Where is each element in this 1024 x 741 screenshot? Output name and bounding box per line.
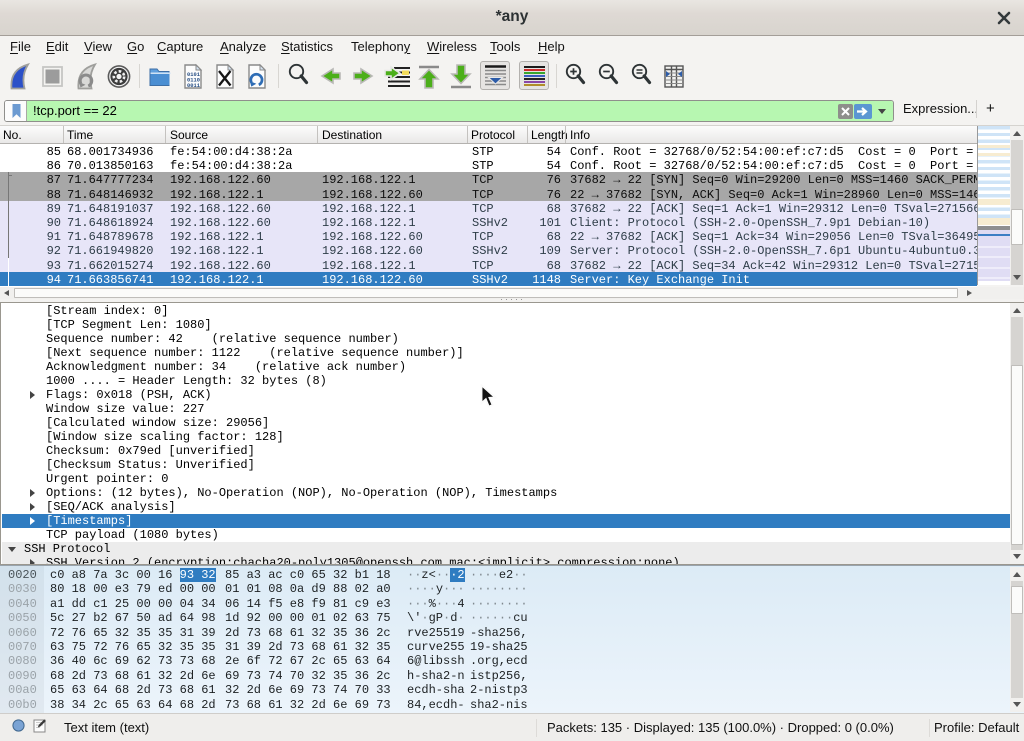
svg-text:0011: 0011: [187, 83, 200, 89]
